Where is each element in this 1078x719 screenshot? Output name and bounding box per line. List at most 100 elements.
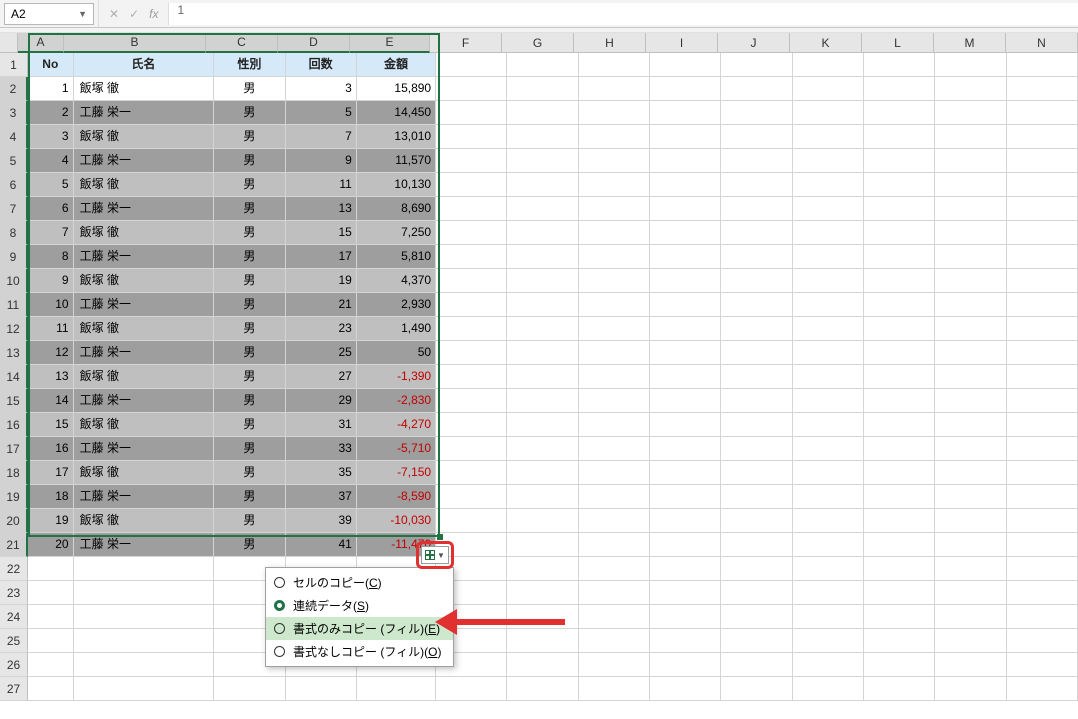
- cell[interactable]: [935, 245, 1006, 269]
- cell[interactable]: [507, 173, 578, 197]
- cell[interactable]: [793, 245, 864, 269]
- cell[interactable]: [793, 221, 864, 245]
- cell[interactable]: [507, 317, 578, 341]
- cell[interactable]: [864, 605, 935, 629]
- cell[interactable]: [1007, 389, 1078, 413]
- cell[interactable]: [507, 221, 578, 245]
- cell[interactable]: [864, 149, 935, 173]
- cell[interactable]: [864, 317, 935, 341]
- cell[interactable]: [650, 149, 721, 173]
- cell-gender[interactable]: 男: [214, 413, 285, 437]
- row-header-22[interactable]: 22: [0, 557, 28, 581]
- cell[interactable]: [507, 629, 578, 653]
- row-header-19[interactable]: 19: [0, 485, 28, 509]
- cell[interactable]: [1007, 317, 1078, 341]
- cell[interactable]: [507, 365, 578, 389]
- cell[interactable]: [793, 197, 864, 221]
- cell[interactable]: [1007, 605, 1078, 629]
- cell[interactable]: [1007, 437, 1078, 461]
- cell[interactable]: [935, 557, 1006, 581]
- cell[interactable]: [436, 461, 507, 485]
- cell[interactable]: [650, 653, 721, 677]
- cell[interactable]: [935, 221, 1006, 245]
- cell-name[interactable]: 飯塚 徹: [74, 77, 215, 101]
- cell-count[interactable]: 3: [286, 77, 357, 101]
- row-header-15[interactable]: 15: [0, 389, 28, 413]
- cell[interactable]: [579, 389, 650, 413]
- cell[interactable]: [507, 197, 578, 221]
- cell[interactable]: [864, 101, 935, 125]
- cell-no[interactable]: 2: [28, 101, 74, 125]
- cell[interactable]: [436, 77, 507, 101]
- cell[interactable]: [793, 557, 864, 581]
- cell-count[interactable]: 39: [286, 509, 357, 533]
- cell[interactable]: [721, 197, 792, 221]
- cell[interactable]: [579, 437, 650, 461]
- cell[interactable]: [579, 533, 650, 557]
- cell[interactable]: [579, 293, 650, 317]
- row-header-27[interactable]: 27: [0, 677, 28, 701]
- cell[interactable]: [579, 461, 650, 485]
- cell[interactable]: [721, 509, 792, 533]
- col-header-L[interactable]: L: [862, 33, 934, 53]
- cell[interactable]: [935, 269, 1006, 293]
- cell[interactable]: [436, 101, 507, 125]
- cell-count[interactable]: 13: [286, 197, 357, 221]
- cell[interactable]: [793, 101, 864, 125]
- cell-amount[interactable]: -5,710: [357, 437, 436, 461]
- cell[interactable]: [507, 509, 578, 533]
- cell[interactable]: [507, 485, 578, 509]
- cell-amount[interactable]: -2,830: [357, 389, 436, 413]
- cell-count[interactable]: 27: [286, 365, 357, 389]
- cell[interactable]: [579, 341, 650, 365]
- cell-name[interactable]: 工藤 栄一: [74, 533, 215, 557]
- cell-name[interactable]: 工藤 栄一: [74, 437, 215, 461]
- col-header-N[interactable]: N: [1006, 33, 1078, 53]
- row-header-3[interactable]: 3: [0, 101, 28, 125]
- col-header-A[interactable]: A: [18, 33, 64, 53]
- cell[interactable]: [507, 557, 578, 581]
- cell-gender[interactable]: 男: [214, 77, 285, 101]
- cell[interactable]: [579, 197, 650, 221]
- cell[interactable]: [793, 77, 864, 101]
- cell[interactable]: [864, 581, 935, 605]
- cell[interactable]: [864, 557, 935, 581]
- cell[interactable]: [650, 269, 721, 293]
- cell[interactable]: [793, 629, 864, 653]
- cell[interactable]: [579, 245, 650, 269]
- cell[interactable]: [650, 677, 721, 701]
- cell[interactable]: [650, 293, 721, 317]
- cell[interactable]: [579, 413, 650, 437]
- cell-gender[interactable]: 男: [214, 533, 285, 557]
- cell[interactable]: [721, 533, 792, 557]
- col-header-K[interactable]: K: [790, 33, 862, 53]
- cell[interactable]: [436, 197, 507, 221]
- cell[interactable]: [1007, 677, 1078, 701]
- cell[interactable]: [650, 437, 721, 461]
- cancel-icon[interactable]: ✕: [109, 7, 119, 21]
- cell-gender[interactable]: 男: [214, 341, 285, 365]
- cell[interactable]: [28, 557, 74, 581]
- cell-no[interactable]: 17: [28, 461, 74, 485]
- cell-gender[interactable]: 男: [214, 293, 285, 317]
- cell[interactable]: [507, 461, 578, 485]
- cell[interactable]: [864, 341, 935, 365]
- cell[interactable]: [357, 677, 436, 701]
- cell-gender[interactable]: 男: [214, 125, 285, 149]
- cell[interactable]: [793, 653, 864, 677]
- autofill-menu-item[interactable]: 連続データ(S): [266, 594, 453, 617]
- cell[interactable]: [864, 413, 935, 437]
- cell[interactable]: [935, 509, 1006, 533]
- cell[interactable]: [507, 293, 578, 317]
- cell[interactable]: [436, 269, 507, 293]
- cell[interactable]: [935, 461, 1006, 485]
- cell[interactable]: [935, 173, 1006, 197]
- cell-name[interactable]: 工藤 栄一: [74, 245, 215, 269]
- cell[interactable]: [436, 677, 507, 701]
- row-header-8[interactable]: 8: [0, 221, 28, 245]
- cell[interactable]: [864, 53, 935, 77]
- cell-amount[interactable]: 11,570: [357, 149, 436, 173]
- cell-count[interactable]: 15: [286, 221, 357, 245]
- cell-gender[interactable]: 男: [214, 101, 285, 125]
- cell-amount[interactable]: -10,030: [357, 509, 436, 533]
